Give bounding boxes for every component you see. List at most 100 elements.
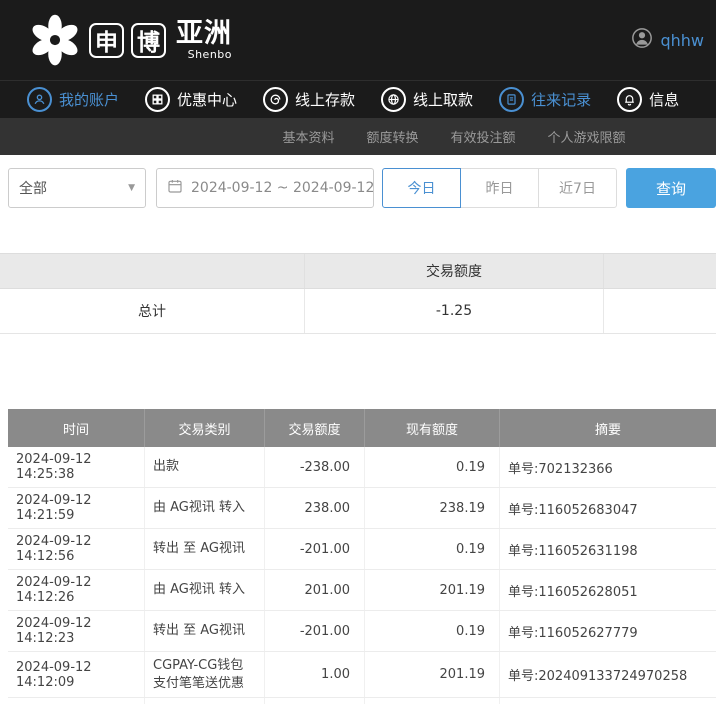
cell-amount: 200.00 bbox=[265, 698, 365, 704]
category-select-value: 全部 bbox=[19, 178, 47, 198]
summary-total-label: 总计 bbox=[0, 289, 305, 333]
brand-logo[interactable]: 申 博 亚洲 Shenbo bbox=[28, 13, 232, 67]
username-text: qhhw bbox=[660, 31, 704, 50]
cell-memo: 单号:116052628051 bbox=[500, 570, 716, 610]
nav-label: 我的账户 bbox=[59, 89, 119, 110]
cell-type: CGPAY支付 bbox=[145, 698, 265, 704]
nav-label: 线上存款 bbox=[295, 89, 355, 110]
table-row: 2024-09-12 14:12:56 转出 至 AG视讯 -201.00 0.… bbox=[8, 529, 716, 570]
quick-today-button[interactable]: 今日 bbox=[382, 168, 461, 208]
sub-nav: 基本资料 额度转换 有效投注额 个人游戏限额 bbox=[0, 118, 716, 155]
cell-memo: 单号:116052631198 bbox=[500, 529, 716, 569]
brand-latin: Shenbo bbox=[188, 48, 232, 61]
cell-amount: -201.00 bbox=[265, 611, 365, 651]
table-header-row: 时间 交易类别 交易额度 现有额度 摘要 bbox=[8, 409, 716, 447]
table-row: 2024-09-12 14:12:23 转出 至 AG视讯 -201.00 0.… bbox=[8, 611, 716, 652]
table-row: 2024-09-12 14:12:09 CGPAY-CG钱包支付笔笔送优惠 1.… bbox=[8, 652, 716, 698]
calendar-icon bbox=[167, 178, 183, 198]
page: 申 博 亚洲 Shenbo qhhw bbox=[0, 0, 716, 704]
nav-item-promotions[interactable]: 优惠中心 bbox=[132, 81, 250, 118]
cell-balance: 0.19 bbox=[365, 611, 500, 651]
subnav-item-basic-info[interactable]: 基本资料 bbox=[269, 127, 347, 146]
col-header-amount: 交易额度 bbox=[265, 409, 365, 447]
cell-amount: 238.00 bbox=[265, 488, 365, 528]
cell-type: 转出 至 AG视讯 bbox=[145, 611, 265, 651]
cell-amount: 1.00 bbox=[265, 652, 365, 697]
subnav-item-valid-bets[interactable]: 有效投注额 bbox=[438, 127, 529, 146]
summary-header-row: 交易额度 bbox=[0, 253, 716, 289]
cell-time: 2024-09-12 14:12:23 bbox=[8, 611, 145, 651]
main-nav: 我的账户 优惠中心 线上存款 bbox=[0, 80, 716, 118]
brand-char-shen: 申 bbox=[89, 23, 124, 58]
cell-memo: 单号:202409133724970258 bbox=[500, 652, 716, 697]
cell-memo: 单号:116052683047 bbox=[500, 488, 716, 528]
table-row: 2024-09-12 14:25:38 出款 -238.00 0.19 单号:7… bbox=[8, 447, 716, 488]
nav-item-online-deposit[interactable]: 线上存款 bbox=[250, 81, 368, 118]
category-select[interactable]: 全部 ▼ bbox=[8, 168, 146, 208]
brand-region: 亚洲 bbox=[176, 19, 232, 49]
cell-amount: -201.00 bbox=[265, 529, 365, 569]
quick-yesterday-button[interactable]: 昨日 bbox=[460, 168, 539, 208]
nav-item-online-withdrawal[interactable]: 线上取款 bbox=[368, 81, 486, 118]
deposit-coil-icon bbox=[263, 87, 288, 112]
table-row: 2024-09-12 14:21:59 由 AG视讯 转入 238.00 238… bbox=[8, 488, 716, 529]
summary-header-empty bbox=[604, 254, 716, 288]
nav-label: 信息 bbox=[649, 89, 679, 110]
subnav-item-game-limits[interactable]: 个人游戏限额 bbox=[535, 127, 639, 146]
cell-time: 2024-09-12 14:21:59 bbox=[8, 488, 145, 528]
cell-amount: -238.00 bbox=[265, 447, 365, 487]
table-row: 2024-09-12 14:12:09 CGPAY支付 200.00 200.1… bbox=[8, 698, 716, 704]
cell-memo: 单号:702132366 bbox=[500, 447, 716, 487]
nav-label: 线上取款 bbox=[413, 89, 473, 110]
date-range-input[interactable]: 2024-09-12 ~ 2024-09-12 bbox=[156, 168, 374, 208]
col-header-type: 交易类别 bbox=[145, 409, 265, 447]
col-header-time: 时间 bbox=[8, 409, 145, 447]
flower-logo-icon bbox=[28, 13, 82, 67]
user-account[interactable]: qhhw bbox=[631, 27, 706, 53]
nav-label: 优惠中心 bbox=[177, 89, 237, 110]
cell-balance: 0.19 bbox=[365, 529, 500, 569]
cell-time: 2024-09-12 14:12:26 bbox=[8, 570, 145, 610]
cell-type: 转出 至 AG视讯 bbox=[145, 529, 265, 569]
summary-table: 交易额度 总计 -1.25 bbox=[0, 253, 716, 334]
summary-total-row: 总计 -1.25 bbox=[0, 289, 716, 334]
chevron-down-icon: ▼ bbox=[128, 183, 135, 193]
cell-balance: 0.19 bbox=[365, 447, 500, 487]
query-button[interactable]: 查询 bbox=[626, 168, 716, 208]
cell-time: 2024-09-12 14:12:56 bbox=[8, 529, 145, 569]
subnav-item-credit-transfer[interactable]: 额度转换 bbox=[353, 127, 431, 146]
records-icon bbox=[499, 87, 524, 112]
quick-range-group: 今日 昨日 近7日 bbox=[382, 168, 617, 208]
summary-empty-cell bbox=[604, 289, 716, 333]
nav-label: 往来记录 bbox=[531, 89, 591, 110]
quick-last7days-button[interactable]: 近7日 bbox=[538, 168, 617, 208]
user-avatar-icon bbox=[631, 27, 653, 53]
cell-balance: 200.19 bbox=[365, 698, 500, 704]
filter-bar: 全部 ▼ 2024-09-12 ~ 2024-09-12 今日 昨日 近7日 查… bbox=[0, 155, 716, 221]
cell-memo: 单号:202409133724970258 bbox=[500, 698, 716, 704]
cell-type: CGPAY-CG钱包支付笔笔送优惠 bbox=[145, 652, 265, 697]
bell-icon bbox=[617, 87, 642, 112]
cell-amount: 201.00 bbox=[265, 570, 365, 610]
cell-balance: 238.19 bbox=[365, 488, 500, 528]
globe-icon bbox=[381, 87, 406, 112]
summary-header-label: 交易额度 bbox=[305, 254, 604, 288]
cell-type: 由 AG视讯 转入 bbox=[145, 488, 265, 528]
cell-balance: 201.19 bbox=[365, 652, 500, 697]
cell-time: 2024-09-12 14:25:38 bbox=[8, 447, 145, 487]
brand-char-bo: 博 bbox=[131, 23, 166, 58]
summary-total-value: -1.25 bbox=[305, 289, 604, 333]
brand-wordmark: 亚洲 Shenbo bbox=[176, 19, 232, 62]
top-header: 申 博 亚洲 Shenbo qhhw bbox=[0, 0, 716, 80]
cell-time: 2024-09-12 14:12:09 bbox=[8, 698, 145, 704]
table-row: 2024-09-12 14:12:26 由 AG视讯 转入 201.00 201… bbox=[8, 570, 716, 611]
transactions-table: 时间 交易类别 交易额度 现有额度 摘要 2024-09-12 14:25:38… bbox=[8, 409, 716, 704]
grid-icon bbox=[145, 87, 170, 112]
nav-item-messages[interactable]: 信息 bbox=[604, 81, 692, 118]
cell-memo: 单号:116052627779 bbox=[500, 611, 716, 651]
cell-type: 出款 bbox=[145, 447, 265, 487]
col-header-memo: 摘要 bbox=[500, 409, 716, 447]
nav-item-my-account[interactable]: 我的账户 bbox=[14, 81, 132, 118]
user-icon bbox=[27, 87, 52, 112]
nav-item-transaction-records[interactable]: 往来记录 bbox=[486, 81, 604, 118]
